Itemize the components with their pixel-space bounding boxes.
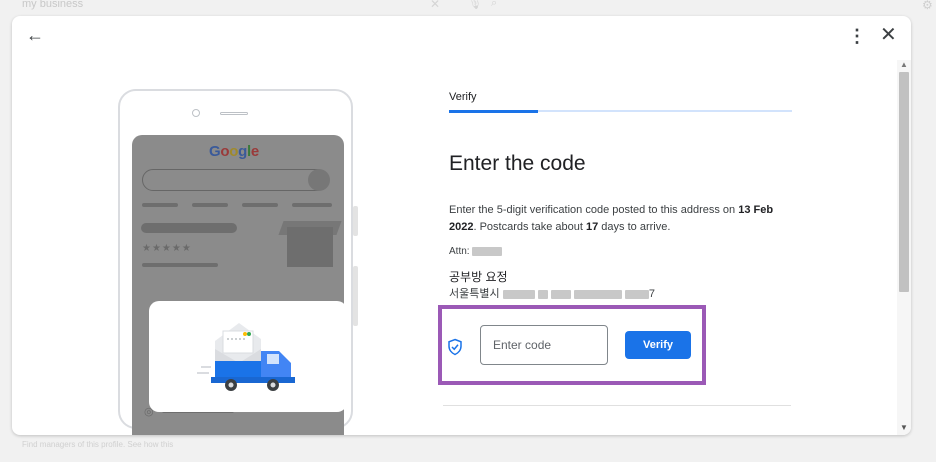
phone-button [353,206,358,236]
more-vert-icon[interactable]: ⋮ [848,27,866,45]
mic-icon: 🎙 [468,0,482,10]
mail-truck-icon [197,323,295,391]
redacted-address [550,289,571,299]
verification-code-input[interactable] [480,325,608,365]
business-name: 공부방 요정 [449,270,508,284]
search-icon [308,169,330,191]
page-title: Enter the code [449,152,586,175]
postcard-truck-illustration [149,301,347,412]
address-prefix: 서울특별시 [449,288,500,300]
illustration-title-line [141,223,237,233]
illustration-search-bar [142,169,328,191]
instructions-text: Enter the 5-digit verification code post… [449,202,794,236]
illustration-line [242,203,278,207]
illustration-line [142,203,178,207]
divider [443,405,791,406]
business-address: 서울특별시 7 [449,285,655,301]
progress-bar [449,110,539,113]
redacted-address [624,289,649,299]
redacted-address [502,289,535,299]
scroll-up-icon[interactable]: ▲ [900,60,908,69]
instructions-prefix: Enter the 5-digit verification code post… [449,204,739,216]
arrival-days: 17 [586,221,599,233]
phone-speaker [220,112,248,115]
verify-button[interactable]: Verify [625,331,691,359]
close-icon: ✕ [430,0,441,11]
background-footer-text: Find managers of this profile. See how t… [22,440,174,449]
instructions-mid: . Postcards take about [473,221,586,233]
background-search-query: my business [22,0,84,10]
attn-line: Attn: [449,246,503,257]
phone-button [353,266,358,326]
arrow-left-icon[interactable]: ← [26,26,44,44]
illustration-line [192,203,228,207]
scrollbar-thumb[interactable] [899,72,909,292]
illustration-line [142,263,218,267]
scrollbar[interactable]: ▲ ▼ [897,60,911,435]
search-icon: ⌕ [491,0,498,9]
redacted-address [573,289,622,299]
instructions-suffix: days to arrive. [598,221,671,233]
phone-camera [192,109,200,117]
google-logo: Google [209,143,259,160]
step-label: Verify [449,91,477,103]
attn-label: Attn: [449,246,470,257]
redacted-name [472,246,503,256]
address-suffix: 7 [648,288,656,300]
illustration-line [292,203,332,207]
shield-check-icon [448,338,462,356]
background-search-bar: my business ✕ 🎙 ⌕ ⚙ [0,0,936,14]
gear-icon: ⚙ [922,0,933,12]
redacted-address [537,289,548,299]
rating-stars: ★★★★★ [142,243,192,254]
close-icon[interactable]: ✕ [880,25,897,45]
scroll-down-icon[interactable]: ▼ [900,423,908,432]
storefront-icon [287,227,333,267]
